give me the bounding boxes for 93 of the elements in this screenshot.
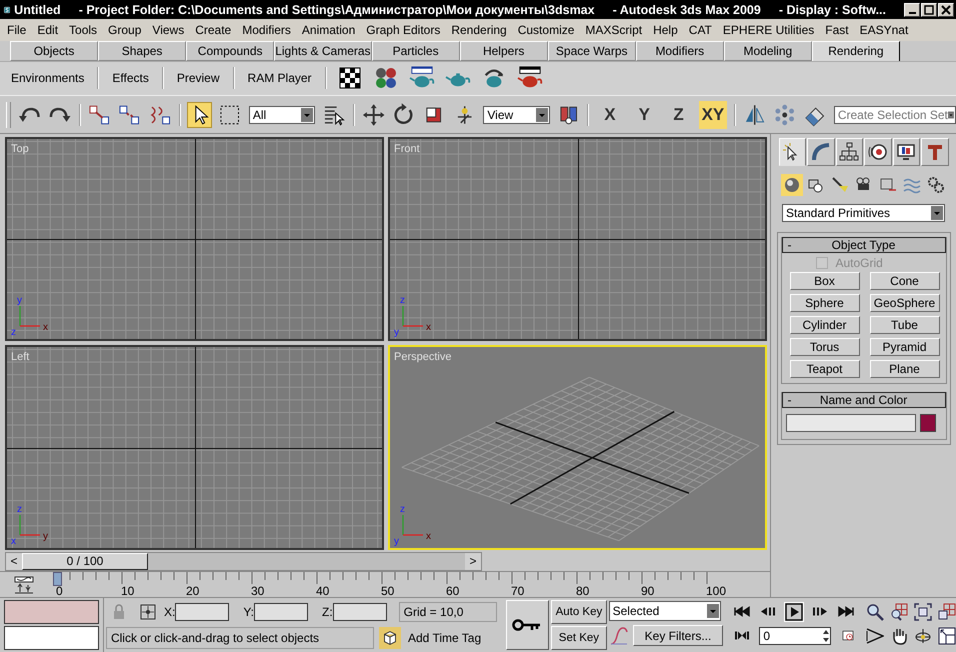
frame-number: 80 (576, 584, 590, 598)
next-frame-button[interactable]: > (465, 552, 481, 570)
tab[interactable]: Particles (372, 40, 460, 61)
rollout-header[interactable]: - Name and Color (782, 392, 946, 408)
tab[interactable]: Rendering (812, 40, 900, 61)
primitive-button[interactable]: Cone (870, 272, 940, 290)
primitive-button[interactable]: Torus (790, 338, 860, 356)
primitive-button[interactable]: Teapot (790, 360, 860, 378)
menu-item[interactable]: Tools (69, 22, 98, 37)
tab[interactable]: Lights & Cameras (274, 40, 372, 61)
primitive-button[interactable]: GeoSphere (870, 294, 940, 312)
primitive-button[interactable]: Box (790, 272, 860, 290)
primitive-button[interactable]: Cylinder (790, 316, 860, 334)
frame-number: 30 (251, 584, 264, 598)
menu-item[interactable]: CAT (688, 22, 712, 37)
coordinate-label: X: (164, 604, 176, 619)
tab[interactable]: Compounds (186, 40, 274, 61)
menu-item[interactable]: Modifiers (242, 22, 291, 37)
ribbon-button[interactable]: Environments (8, 69, 88, 88)
menu-item[interactable]: Graph Editors (366, 22, 440, 37)
checkbox-label: AutoGrid (836, 256, 883, 270)
menu-item[interactable]: Help (653, 22, 678, 37)
previous-frame-button[interactable]: < (6, 552, 22, 570)
frame-number: 0 (56, 584, 63, 598)
named-selection-field[interactable]: Create Selection Set (834, 106, 956, 124)
primitive-button[interactable]: Plane (870, 360, 940, 378)
frame-number: 100 (706, 584, 726, 598)
menu-item[interactable]: Edit (37, 22, 58, 37)
primitive-button[interactable]: Sphere (790, 294, 860, 312)
window-title: - Display : Softw... (778, 2, 886, 17)
tab[interactable]: Objects (10, 40, 98, 61)
primitive-button[interactable]: Tube (870, 316, 940, 334)
menu-item[interactable]: EASYnat (860, 22, 908, 37)
reference-coordinate-dropdown[interactable]: View (483, 106, 550, 124)
tab[interactable]: Helpers (460, 40, 548, 61)
frame-number: 40 (316, 584, 330, 598)
key-mode-dropdown[interactable]: Selected (608, 600, 721, 621)
frame-number: 90 (641, 584, 654, 598)
ribbon-button[interactable]: RAM Player (244, 69, 315, 88)
menu-item[interactable]: Fast (825, 22, 849, 37)
status-prompt: Click or click-and-drag to select objects (106, 626, 374, 649)
ribbon-button[interactable]: Effects (109, 69, 152, 88)
frame-number: 60 (446, 584, 460, 598)
window-title: - Autodesk 3ds Max 2009 (612, 2, 761, 17)
axis-label: x (426, 530, 431, 542)
menu-item[interactable]: Rendering (451, 22, 507, 37)
auto-key-button[interactable]: Auto Key (551, 600, 607, 624)
frame-number: 70 (511, 584, 524, 598)
axis-constraint-button[interactable]: Y (630, 100, 658, 129)
current-frame-field[interactable]: 0 (759, 626, 832, 645)
axis-label: x (43, 322, 48, 334)
frame-number: 20 (186, 584, 200, 598)
axis-constraint-button[interactable]: XY (699, 100, 727, 129)
axis-label: z (11, 327, 16, 338)
axis-constraint-button[interactable]: X (596, 100, 624, 129)
menu-item[interactable]: MAXScript (585, 22, 642, 37)
tab[interactable]: Space Warps (548, 40, 636, 61)
menu-item[interactable]: Animation (302, 22, 356, 37)
primitive-button[interactable]: Pyramid (870, 338, 940, 356)
axis-constraint-button[interactable]: Z (664, 100, 692, 129)
axis-label: x (426, 322, 431, 334)
axis-label: x (11, 536, 16, 546)
ribbon-button[interactable]: Preview (174, 69, 223, 88)
axis-label: y (17, 295, 22, 306)
menu-item[interactable]: EPHERE Utilities (722, 22, 814, 37)
rollout-header[interactable]: - Object Type (782, 236, 946, 253)
axis-label: z (400, 295, 405, 306)
grid-size-readout: Grid = 10,0 (398, 602, 497, 622)
axis-label: z (17, 504, 22, 515)
menu-item[interactable]: Customize (518, 22, 574, 37)
menu-item[interactable]: Create (195, 22, 232, 37)
axis-label: z (400, 504, 405, 515)
frame-number: 50 (381, 584, 394, 598)
key-filters-button[interactable]: Key Filters... (632, 625, 724, 646)
axis-label: y (43, 530, 48, 542)
axis-label: y (394, 536, 399, 546)
object-category-dropdown[interactable]: Standard Primitives (782, 204, 945, 222)
add-time-tag-button[interactable]: Add Time Tag (402, 630, 482, 645)
coordinate-label: Y: (243, 604, 254, 619)
coordinate-label: Z: (322, 604, 333, 619)
tab[interactable]: Modifiers (636, 40, 724, 61)
selection-filter-dropdown[interactable]: All (248, 106, 316, 124)
tab[interactable]: Modeling (724, 40, 812, 61)
window-title: - Project Folder: C:\Documents and Settings\Администратор\Мои документы\3dsmax (78, 2, 595, 17)
time-slider-thumb[interactable]: 0 / 100 (22, 552, 148, 570)
menu-item[interactable]: File (7, 22, 26, 37)
frame-number: 10 (121, 584, 134, 598)
menu-item[interactable]: Group (108, 22, 142, 37)
tab[interactable]: Shapes (98, 40, 186, 61)
axis-label: y (394, 327, 399, 338)
menu-item[interactable]: Views (152, 22, 184, 37)
set-key-mode-button[interactable]: Set Key (551, 626, 607, 650)
window-title: Untitled (14, 2, 61, 17)
